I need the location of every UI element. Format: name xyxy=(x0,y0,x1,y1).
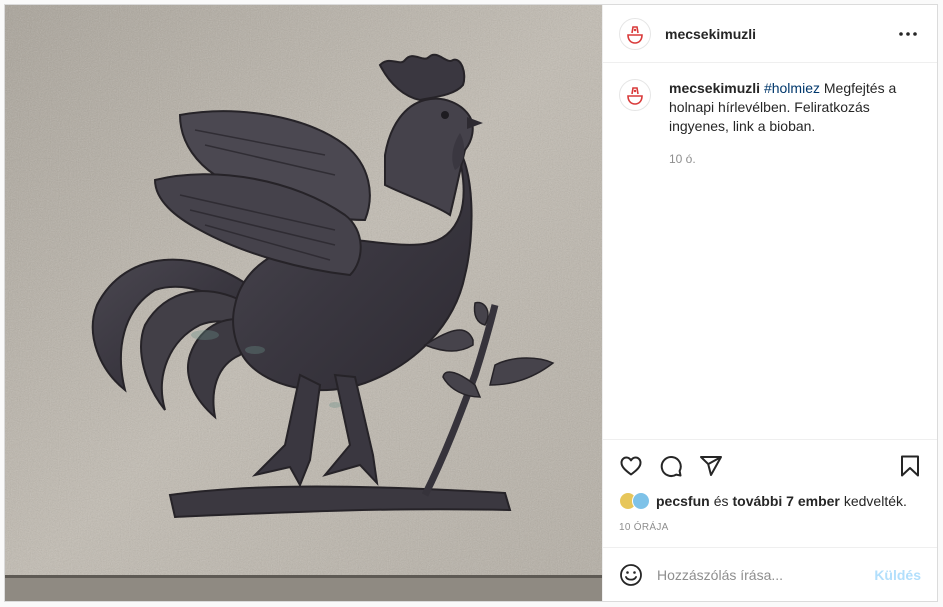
post-image[interactable] xyxy=(5,5,603,601)
caption-body: mecsekimuzli #holmiez Megfejtés a holnap… xyxy=(669,79,921,169)
other-likers-link[interactable]: további 7 ember xyxy=(732,493,839,509)
post-author-username[interactable]: mecsekimuzli xyxy=(665,26,756,42)
liker-avatars xyxy=(619,492,650,510)
rooster-relief-image xyxy=(5,5,602,601)
actions-block: pecsfun és további 7 ember kedvelték. 10… xyxy=(603,439,937,547)
smiley-icon xyxy=(620,563,642,586)
first-liker-username[interactable]: pecsfun xyxy=(656,493,710,509)
caption-row: mecsekimuzli #holmiez Megfejtés a holnap… xyxy=(619,79,921,169)
heart-icon xyxy=(620,456,642,476)
likes-suffix: kedvelték. xyxy=(843,493,907,509)
save-button[interactable] xyxy=(899,454,921,478)
caption-text: mecsekimuzli #holmiez Megfejtés a holnap… xyxy=(669,79,921,136)
caption-timestamp: 10 ó. xyxy=(669,152,696,166)
bookmark-icon xyxy=(901,455,919,477)
caption-area: mecsekimuzli #holmiez Megfejtés a holnap… xyxy=(603,63,937,439)
emoji-button[interactable] xyxy=(619,563,643,587)
like-button[interactable] xyxy=(619,454,643,478)
profile-logo-icon xyxy=(627,87,643,105)
avatar[interactable] xyxy=(619,17,651,50)
post-side-panel: mecsekimuzli mecsekimuzli #holmiez Megfe… xyxy=(603,5,937,601)
comment-bar: Küldés xyxy=(603,547,937,601)
caption-hashtag[interactable]: #holmiez xyxy=(764,80,820,96)
action-bar xyxy=(619,440,921,492)
post-header: mecsekimuzli xyxy=(603,5,937,63)
likes-summary: pecsfun és további 7 ember kedvelték. xyxy=(619,492,921,510)
comment-input[interactable] xyxy=(657,566,861,583)
share-button[interactable] xyxy=(699,454,723,478)
send-comment-button[interactable]: Küldés xyxy=(874,567,921,583)
post-modal: mecsekimuzli mecsekimuzli #holmiez Megfe… xyxy=(4,4,938,602)
paper-plane-icon xyxy=(700,456,722,476)
comment-button[interactable] xyxy=(659,454,683,478)
post-timestamp[interactable]: 10 órája xyxy=(619,522,921,533)
caption-avatar[interactable] xyxy=(619,79,651,111)
likes-conjunction: és xyxy=(713,493,729,509)
caption-username[interactable]: mecsekimuzli xyxy=(669,80,760,96)
profile-logo-icon xyxy=(627,25,643,44)
more-horizontal-icon xyxy=(899,31,917,36)
more-options-button[interactable] xyxy=(895,28,921,40)
liker-avatar[interactable] xyxy=(632,492,650,510)
comment-icon xyxy=(660,456,682,477)
